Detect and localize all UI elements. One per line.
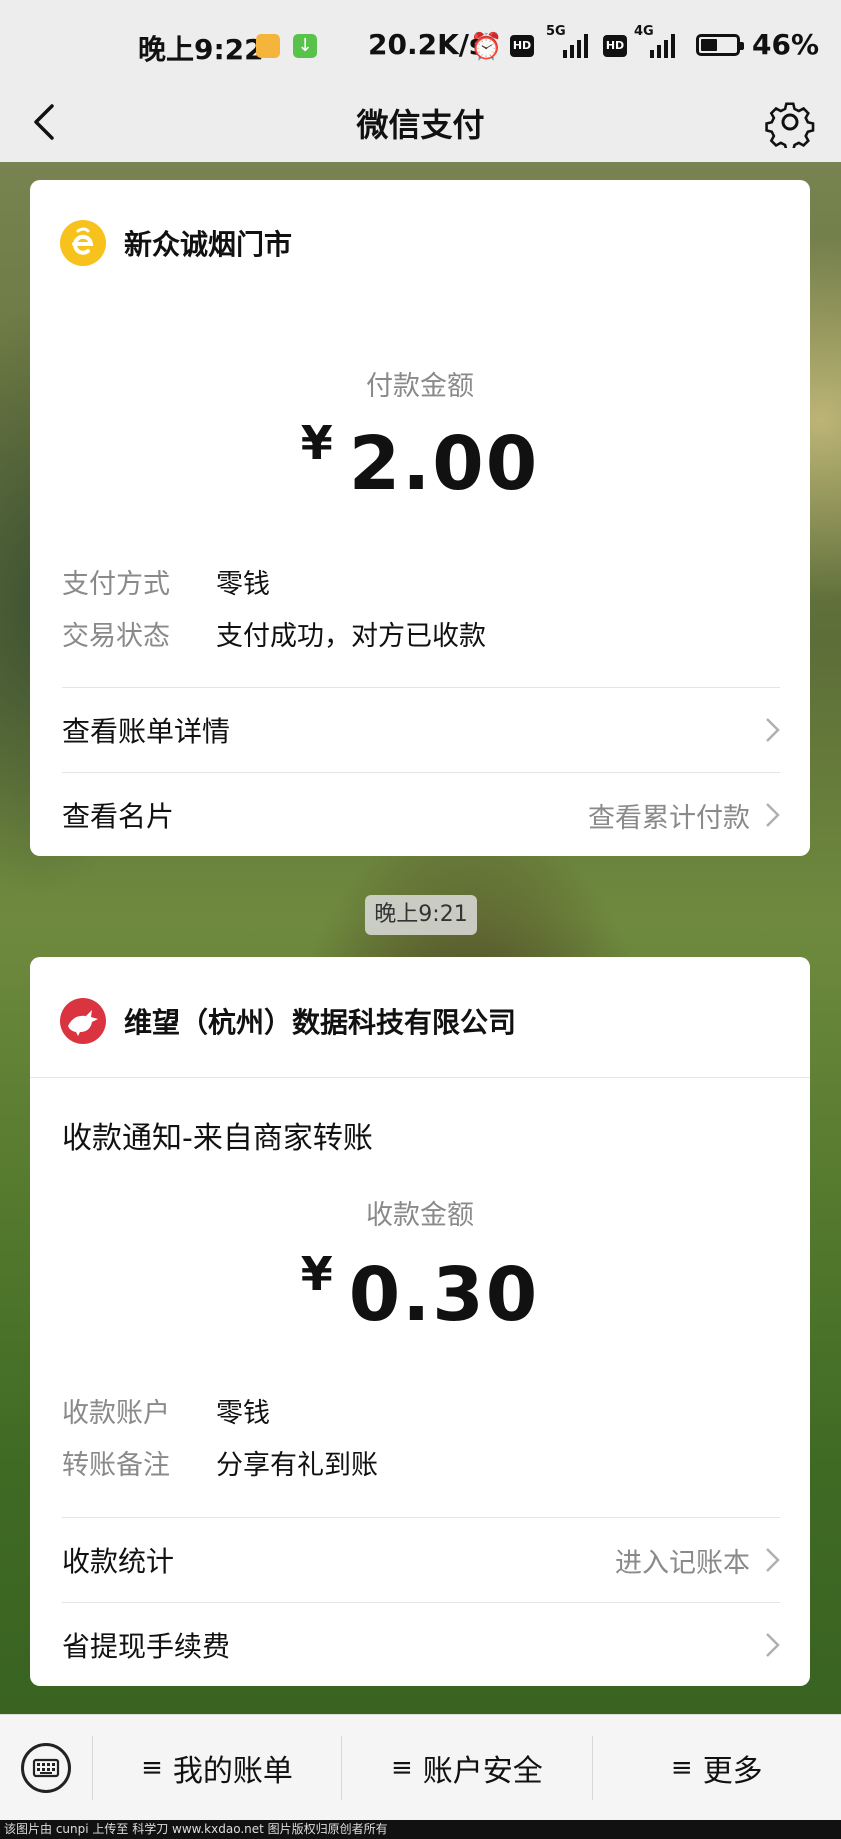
detail-key: 收款账户 [62, 1398, 170, 1429]
detail-value: 零钱 [216, 1398, 270, 1429]
menu-icon: ≡ [390, 1753, 413, 1783]
menu-account-security[interactable]: ≡ 账户安全 [341, 1736, 591, 1800]
network-speed: 20.2K/s [368, 28, 486, 61]
chevron-right-icon [766, 718, 780, 742]
payment-card: 新众诚烟门市 付款金额 ¥2.00 支付方式 零钱 交易状态 支付成功，对方已收… [30, 180, 810, 856]
keyboard-icon [20, 1743, 71, 1793]
amount-value: ¥2.00 [30, 416, 810, 507]
view-card-row[interactable]: 查看名片 查看累计付款 [62, 773, 780, 857]
battery-level [701, 39, 717, 51]
chevron-right-icon [766, 1548, 780, 1572]
status-time: 晚上9:22 [138, 33, 264, 66]
menu-icon: ≡ [141, 1753, 163, 1783]
detail-key: 支付方式 [62, 569, 170, 600]
signal-icon [650, 32, 680, 58]
detail-row: 转账备注 分享有礼到账 [62, 1443, 378, 1482]
link-label: 收款统计 [62, 1545, 175, 1578]
menu-label: 更多 [702, 1754, 763, 1789]
amount-number: 2.00 [348, 421, 540, 507]
detail-key: 交易状态 [62, 621, 170, 652]
chevron-right-icon [766, 803, 780, 827]
divider [30, 1077, 810, 1078]
merchant-logo-icon [60, 998, 106, 1044]
merchant-logo-icon [60, 220, 106, 266]
detail-value: 分享有礼到账 [216, 1450, 378, 1481]
alarm-icon: ⏰ [470, 32, 503, 62]
menu-label: 账户安全 [422, 1754, 543, 1789]
page-title: 微信支付 [356, 106, 485, 144]
detail-row: 交易状态 支付成功，对方已收款 [62, 614, 486, 653]
battery-icon [696, 34, 744, 56]
notification-icon [256, 34, 280, 58]
receipt-stats-row[interactable]: 收款统计 进入记账本 [62, 1518, 780, 1602]
menu-label: 我的账单 [172, 1754, 293, 1789]
bottom-menu-bar: ≡ 我的账单 ≡ 账户安全 ≡ 更多 [0, 1714, 841, 1821]
amount-value: ¥0.30 [30, 1247, 810, 1338]
link-label: 省提现手续费 [62, 1630, 231, 1663]
detail-value: 支付成功，对方已收款 [216, 621, 486, 652]
enter-ledger-link[interactable]: 进入记账本 [615, 1541, 750, 1580]
menu-more[interactable]: ≡ 更多 [591, 1736, 841, 1800]
amount-number: 0.30 [348, 1252, 540, 1338]
merchant-header[interactable]: 维望（杭州）数据科技有限公司 [60, 996, 516, 1046]
merchant-name: 新众诚烟门市 [124, 228, 293, 261]
view-cumulative-payment-link[interactable]: 查看累计付款 [588, 796, 750, 835]
detail-row: 收款账户 零钱 [62, 1391, 270, 1430]
merchant-name: 维望（杭州）数据科技有限公司 [124, 1006, 517, 1039]
view-bill-details-row[interactable]: 查看账单详情 [62, 688, 780, 772]
receipt-card: 维望（杭州）数据科技有限公司 收款通知-来自商家转账 收款金额 ¥0.30 收款… [30, 957, 810, 1686]
hd-icon: HD [603, 35, 627, 57]
signal-icon [563, 32, 593, 58]
menu-my-bills[interactable]: ≡ 我的账单 [91, 1736, 341, 1800]
detail-row: 支付方式 零钱 [62, 562, 270, 601]
save-withdraw-fee-row[interactable]: 省提现手续费 [62, 1603, 780, 1687]
nav-bar: 微信支付 [0, 82, 841, 162]
hd-icon: HD [510, 35, 534, 57]
link-label: 查看名片 [62, 800, 175, 833]
notice-title: 收款通知-来自商家转账 [62, 1121, 373, 1156]
battery-percent: 46% [752, 28, 820, 61]
merchant-header[interactable]: 新众诚烟门市 [60, 218, 292, 268]
status-bar: 晚上9:22 ↓ 20.2K/s ⏰ HD 5G HD 4G 46% [0, 0, 841, 82]
amount-label: 付款金额 [366, 371, 474, 402]
download-icon: ↓ [293, 34, 317, 58]
watermark-footer: 该图片由 cunpi 上传至 科学刀 www.kxdao.net 图片版权归原创… [0, 1820, 841, 1839]
chevron-right-icon [766, 1633, 780, 1657]
amount-label: 收款金额 [366, 1200, 474, 1231]
keyboard-toggle-button[interactable] [0, 1715, 92, 1821]
detail-value: 零钱 [216, 569, 270, 600]
link-label: 查看账单详情 [62, 715, 231, 748]
gear-icon[interactable] [764, 96, 816, 148]
message-timestamp: 晚上9:21 [365, 895, 477, 935]
menu-icon: ≡ [670, 1753, 693, 1783]
currency-symbol: ¥ [300, 416, 333, 470]
detail-key: 转账备注 [62, 1450, 170, 1481]
currency-symbol: ¥ [300, 1247, 333, 1301]
